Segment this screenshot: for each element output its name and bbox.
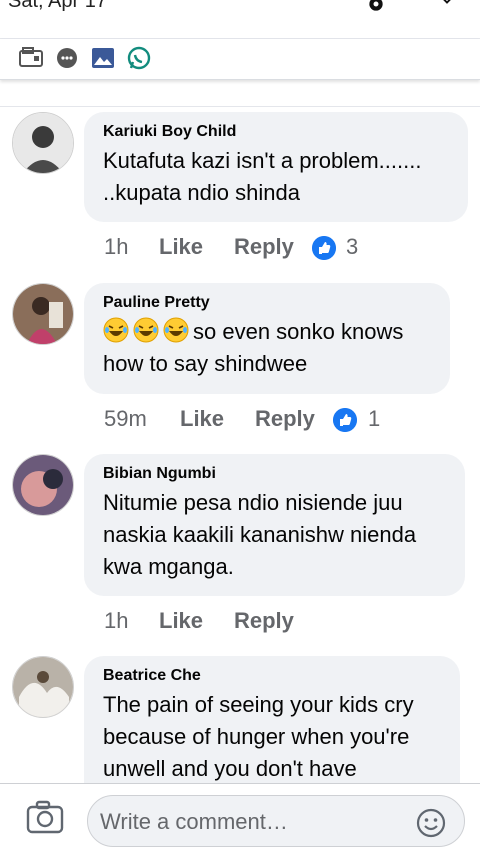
avatar[interactable] <box>12 454 74 516</box>
chat-bubble-icon <box>57 48 77 68</box>
smiley-icon[interactable] <box>415 807 447 839</box>
like-button[interactable]: Like <box>159 608 203 634</box>
like-reaction-icon[interactable] <box>312 236 336 260</box>
chevron-down-icon[interactable] <box>438 0 456 10</box>
comment-time: 59m <box>104 406 147 431</box>
camera-icon[interactable] <box>26 800 64 834</box>
comment-input[interactable] <box>98 804 402 840</box>
laughing-tears-emoji <box>103 317 129 343</box>
comment-author[interactable]: Pauline Pretty <box>103 293 432 313</box>
wallet-icon <box>19 47 43 67</box>
comment-bubble[interactable]: Bibian Ngumbi Nitumie pesa ndio nisiende… <box>84 454 465 596</box>
comment-actions: 1h Like Reply <box>104 608 404 638</box>
comment-bubble[interactable]: Kariuki Boy Child Kutafuta kazi isn't a … <box>84 112 468 222</box>
comment-text: The pain of seeing your kids cry because… <box>103 692 414 781</box>
comment-author[interactable]: Beatrice Che <box>103 666 442 686</box>
comment-actions: 59m Like Reply 1 <box>104 406 404 436</box>
notification-icons-row <box>0 39 480 80</box>
reaction-count[interactable]: 1 <box>368 406 380 432</box>
avatar[interactable] <box>12 656 74 718</box>
gallery-icon <box>92 48 114 68</box>
status-date: Sat, Apr 17 <box>8 0 107 12</box>
avatar[interactable] <box>12 112 74 174</box>
laughing-tears-emoji <box>133 317 159 343</box>
reply-button[interactable]: Reply <box>234 608 294 634</box>
comment-bubble[interactable]: Pauline Pretty so even sonko knows how t… <box>84 283 450 394</box>
reply-button[interactable]: Reply <box>255 406 315 432</box>
comment-author[interactable]: Kariuki Boy Child <box>103 122 450 142</box>
comment-time: 1h <box>104 608 129 633</box>
reply-button[interactable]: Reply <box>234 234 294 260</box>
comment-time: 1h <box>104 234 129 259</box>
whatsapp-icon <box>127 46 151 70</box>
like-button[interactable]: Like <box>159 234 203 260</box>
comment-input-box[interactable] <box>87 795 465 847</box>
section-divider <box>0 106 480 107</box>
status-bar: Sat, Apr 17 <box>0 0 480 39</box>
reaction-count[interactable]: 3 <box>346 234 358 260</box>
like-reaction-icon[interactable] <box>333 408 357 432</box>
avatar[interactable] <box>12 283 74 345</box>
comment-author[interactable]: Bibian Ngumbi <box>103 464 447 484</box>
comment-text: Nitumie pesa ndio nisiende juu naskia ka… <box>103 490 417 579</box>
like-button[interactable]: Like <box>180 406 224 432</box>
comment-text: Kutafuta kazi isn't a problem....... ..k… <box>103 148 422 205</box>
laughing-tears-emoji <box>163 317 189 343</box>
comment-actions: 1h Like Reply 3 <box>104 234 404 264</box>
gear-icon[interactable] <box>366 0 386 14</box>
comment-text-block: so even sonko knows how to say shindwee <box>103 316 432 380</box>
comment-composer <box>0 783 480 855</box>
